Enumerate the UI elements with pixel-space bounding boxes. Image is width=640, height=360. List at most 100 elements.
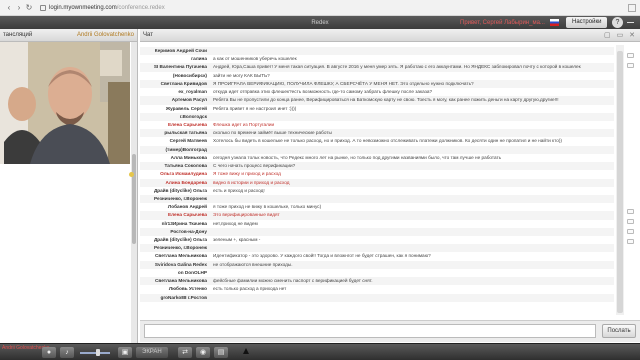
chat-message-row: Sviridova Galina Redex не отображаются вн… (140, 260, 614, 269)
layout-icon[interactable]: ▤ (214, 347, 228, 358)
chat-message-row: Драйв (dityclike) Ольга зеленым +, красны… (140, 236, 614, 244)
chat-message-author[interactable]: Драйв (dityclike) Ольга (140, 236, 210, 244)
chat-message-row: Татьяна Соколова С чего начать процесс ве… (140, 162, 614, 171)
chat-message-text: есть только расход а прихода нет (213, 286, 287, 292)
broadcast-panel-header: тансляций Andrii Golovatchenko (0, 29, 137, 42)
chat-message-author[interactable]: Елена Сарычева (140, 121, 210, 129)
chat-message-author[interactable]: Елена Сарычева (140, 211, 210, 219)
chat-message-row: Лобанов Андрей я тоже приход не вижу в ко… (140, 203, 614, 211)
chat-message-text: Я ПРОИГРАЛА ВЕРИФИКАЦИЮ, ПОЛУЧИЛА ФЛЕШКУ… (213, 80, 474, 86)
screen-button[interactable]: ЭКРАН (136, 347, 168, 358)
chat-message-author[interactable]: on DonOLHP (140, 269, 210, 277)
mouse-cursor-icon (243, 348, 249, 354)
chat-message-row: Алина Бондарева видно в истории и приход … (140, 178, 614, 187)
chat-message-author[interactable]: Драйв (dityclike) Ольга (140, 187, 210, 195)
chat-message-text: Андрей, Юра,Саша привет! У меня такая си… (213, 64, 581, 70)
settings-button[interactable]: Настройки (566, 17, 608, 28)
chat-message-author[interactable]: (тимер)Волгоград (140, 146, 210, 154)
broadcast-panel: тансляций Andrii Golovatchenko (0, 29, 138, 360)
chat-message-text: я тоже приход не вижу в кошельке, только… (213, 204, 322, 210)
chat-message-author[interactable]: Татьяна Соколова (140, 162, 210, 170)
chat-scrollbar[interactable] (616, 45, 624, 315)
chat-message-row: nlr13Ирина Ткачева нет,приход не видем (140, 220, 614, 228)
chat-message-row: Любовь Устенко есть только расход а прихо… (140, 285, 614, 293)
chat-message-author[interactable]: Керимов Андрей Сочи (140, 47, 210, 55)
chat-message-author[interactable]: SI Валентина Пугачева (140, 63, 210, 71)
chat-tool-icon[interactable] (627, 209, 634, 214)
chat-message-author[interactable]: Алла Минькова (140, 154, 210, 162)
volume-slider[interactable] (80, 352, 110, 354)
chat-title: Чат (143, 32, 153, 38)
chat-tool-icon[interactable] (627, 53, 634, 58)
record-icon[interactable]: ◉ (196, 347, 210, 358)
chat-message-author[interactable]: Сергей Матвеев (140, 137, 210, 145)
chat-message-author[interactable]: Резниченко, г.Воронеж (140, 195, 210, 203)
reload-icon[interactable]: ↻ (24, 3, 34, 12)
chat-tool-icon[interactable] (627, 239, 634, 244)
chat-message-author[interactable]: Журавель Сергей (140, 105, 210, 113)
chat-message-author[interactable]: ex_royalman (140, 88, 210, 96)
broadcast-title: тансляций (3, 32, 33, 38)
chat-tool-icon[interactable] (627, 219, 634, 224)
chat-message-row: Резниченко, г.Воронеж (140, 194, 614, 204)
send-button[interactable]: Послать (602, 324, 636, 338)
chat-message-author[interactable]: Лобанов Андрей (140, 203, 210, 211)
camera-icon[interactable]: ▣ (118, 347, 132, 358)
chat-message-row: Сергей Матвеев Хотелось бы видеть в кошел… (140, 137, 614, 145)
chat-message-author[interactable]: Ольга Исмаилудина (140, 170, 210, 178)
chat-message-author[interactable]: (Новосибирск) (140, 72, 210, 80)
chat-message-author[interactable]: Любовь Устенко (140, 285, 210, 293)
page-icon (40, 4, 46, 11)
chat-message-author[interactable]: Светлана Мельникова (140, 277, 210, 285)
speaker-icon[interactable]: ♪ (60, 347, 74, 358)
chat-tool-icon[interactable] (627, 63, 634, 68)
microphone-icon[interactable]: ● (42, 347, 56, 358)
chat-message-row: Артемов Расул Ребята Вы не пропустили до … (140, 96, 614, 105)
chat-message-text: Ребята Вы не пропустили до конца ранее, … (213, 97, 559, 103)
chat-message-text (210, 47, 614, 55)
chat-message-text (210, 228, 614, 236)
chat-message-author[interactable]: галина (140, 55, 210, 63)
chat-message-text: С чего начать процесс верификации? (213, 163, 296, 169)
chat-message-row: (Новосибирск) зайти не могу КАК БЫТЬ? (140, 72, 614, 80)
chat-message-author[interactable]: г.Вологодск (140, 113, 210, 121)
bottom-toolbar: Andrii Golovatchenko ● ♪ ▣ ЭКРАН ⇄ ◉ ▤ (0, 343, 640, 360)
chat-panel: Чат ▢ ▭ ✕ Керимов Андрей Сочи галина а как… (140, 29, 640, 343)
chat-message-author[interactable]: groNarko88 г.Ростов (140, 294, 210, 302)
chat-message-author[interactable]: Ростов-на-Дону (140, 228, 210, 236)
chat-message-row: groNarko88 г.Ростов (140, 293, 614, 302)
chat-message-author[interactable]: Резниченко, г.Воронеж (140, 244, 210, 252)
chat-message-row: Драйв (dityclike) Ольга есть и приход и р… (140, 187, 614, 195)
chat-message-text: нет,приход не видем (213, 220, 258, 226)
share-icon[interactable]: ⇄ (178, 347, 192, 358)
chat-message-text: зеленым +, красным - (213, 237, 261, 243)
panel-scrollbar[interactable] (131, 42, 137, 352)
chat-panel-header: Чат ▢ ▭ ✕ (140, 29, 640, 42)
chat-message-text: фейсбные фамилии можно сменить паспорт с… (213, 278, 373, 284)
window-controls-icon[interactable]: ▢ ▭ ✕ (604, 31, 637, 39)
chat-message-author[interactable]: Алина Бондарева (140, 179, 210, 187)
bookmark-icon[interactable] (628, 3, 636, 12)
forward-icon[interactable]: › (14, 3, 24, 12)
chat-message-row: ex_royalman откуда идет отправка этих фле… (140, 88, 614, 96)
minimize-icon[interactable] (627, 22, 634, 23)
chat-message-author[interactable]: Светлана Мельникова (140, 252, 210, 260)
url-path: /conference.redex (116, 4, 165, 11)
chat-message-author[interactable]: рыльская татьяна (140, 129, 210, 137)
presenter-name: Andrii Golovatchenko (76, 32, 134, 38)
chat-message-author[interactable]: Sviridova Galina Redex (140, 261, 210, 269)
user-greeting[interactable]: Привет, Сергей Лабырин_ма... (460, 20, 545, 26)
chat-message-text: откуда идет отправка этих флешек?есть во… (213, 89, 433, 95)
volume-slider-handle[interactable] (96, 349, 100, 356)
back-icon[interactable]: ‹ (4, 3, 14, 12)
address-bar[interactable]: login.myownmeeting.com /conference.redex (40, 4, 165, 11)
chat-message-input[interactable] (144, 324, 596, 338)
language-flag-icon[interactable] (550, 19, 559, 26)
chat-message-text: сколько по времени займёт выше техническ… (213, 130, 332, 136)
chat-message-row: Ростов-на-Дону (140, 227, 614, 237)
help-icon[interactable]: ? (612, 17, 623, 28)
chat-message-author[interactable]: Артемов Расул (140, 96, 210, 104)
chat-message-author[interactable]: nlr13Ирина Ткачева (140, 220, 210, 228)
chat-tool-icon[interactable] (627, 229, 634, 234)
chat-message-author[interactable]: Светлана Кривидов (140, 80, 210, 88)
